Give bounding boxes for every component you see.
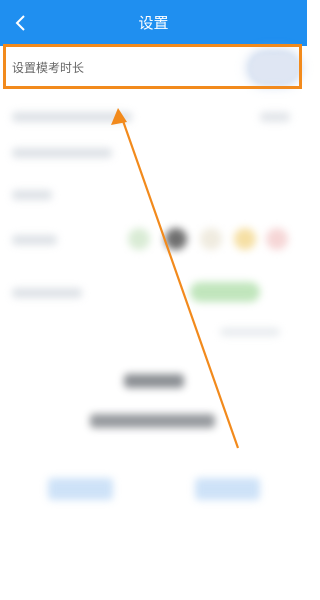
blurred-swatch xyxy=(200,228,222,250)
blurred-line xyxy=(12,288,82,298)
blurred-line xyxy=(12,112,132,122)
blurred-line xyxy=(12,235,57,245)
blurred-button xyxy=(195,478,260,500)
header-bar: 设置 xyxy=(0,0,307,46)
blurred-line xyxy=(12,148,112,158)
setting-label: 设置模考时长 xyxy=(12,61,85,75)
blurred-swatch xyxy=(128,228,150,250)
blurred-line xyxy=(260,112,290,122)
blurred-heading xyxy=(124,374,184,388)
blurred-text xyxy=(90,414,215,428)
blurred-line xyxy=(220,328,280,336)
setting-toggle[interactable] xyxy=(251,54,297,82)
page-title: 设置 xyxy=(138,14,169,32)
blurred-swatch xyxy=(165,228,187,250)
blurred-swatch xyxy=(266,228,288,250)
blurred-swatch xyxy=(234,228,256,250)
blurred-content xyxy=(0,92,307,600)
blurred-line xyxy=(12,190,52,200)
blurred-swatch xyxy=(190,282,260,302)
setting-row-exam-duration[interactable]: 设置模考时长 xyxy=(0,46,307,92)
blurred-button xyxy=(48,478,113,500)
